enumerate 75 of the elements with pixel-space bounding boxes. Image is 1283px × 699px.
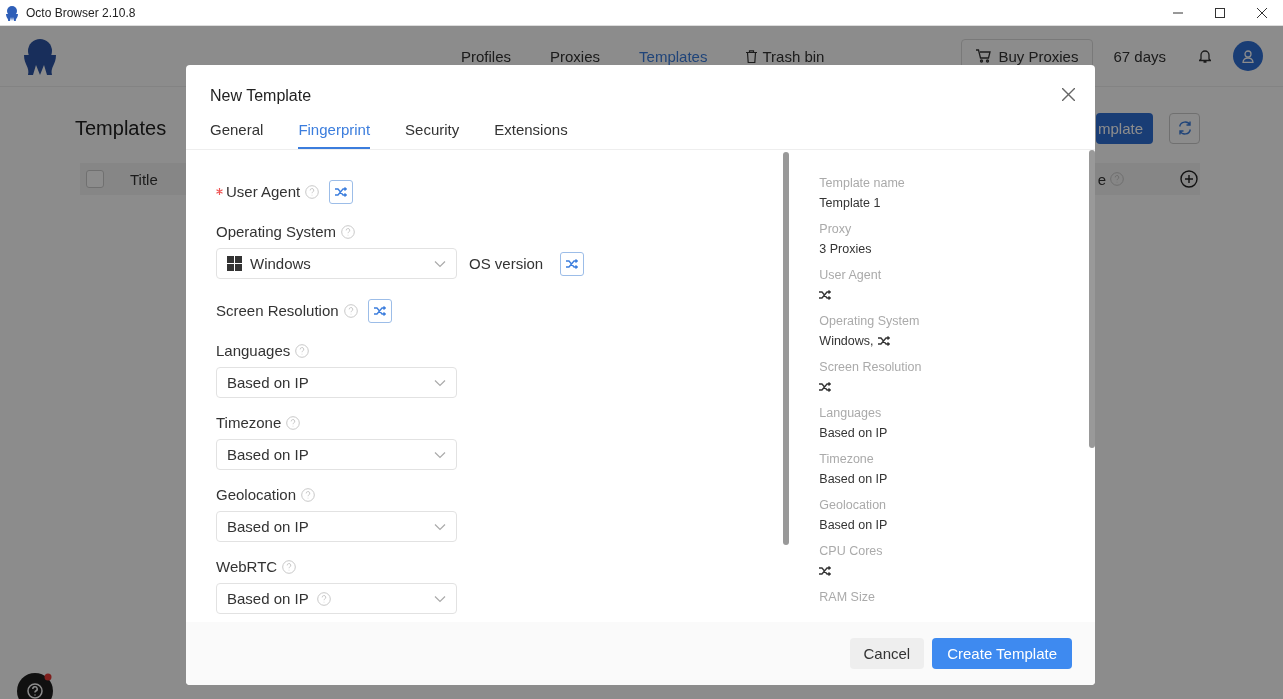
close-icon[interactable] [1257,7,1267,18]
scrollbar[interactable] [783,152,790,545]
select-field[interactable]: Based on IP [216,367,457,398]
window-title: Octo Browser 2.10.8 [26,5,136,20]
dialog-tab[interactable]: Fingerprint [298,117,371,149]
chevron-down-icon [434,378,446,387]
field-label: Geolocation [216,486,297,503]
summary-value: Template 1 [819,195,881,210]
chevron-down-icon [434,522,446,531]
summary-value: Based on IP [819,517,888,532]
avatar[interactable] [1233,41,1263,71]
field-label: Timezone [216,414,282,431]
cart-icon [976,49,992,63]
nav-tab[interactable]: Trash bin [746,47,825,65]
randomize-button[interactable] [367,298,392,323]
refresh-button[interactable] [1169,112,1200,144]
subscription-days: 67 days [1113,47,1166,65]
summary-label: Template name [819,176,906,190]
summary-label: Screen Resolution [819,360,923,374]
dialog-tab[interactable]: General [210,117,264,149]
summary-label: Languages [819,406,883,420]
summary-value: Based on IP [819,425,888,440]
summary-value: Based on IP [819,471,888,486]
summary-label: User Agent [819,268,883,282]
field-label: WebRTC [216,558,278,575]
field-label: Screen Resolution [216,302,339,319]
page-title: Templates [75,116,167,140]
close-icon [1062,88,1075,101]
close-button[interactable] [1062,88,1075,104]
scrollbar[interactable] [1089,150,1095,448]
cancel-button[interactable]: Cancel [849,638,925,669]
summary-label: Geolocation [819,498,888,512]
maximize-icon[interactable] [1215,7,1225,18]
field-label: OS version [469,254,544,274]
summary-label: RAM Size [819,590,876,604]
bell-icon[interactable] [1199,49,1211,63]
select-field[interactable]: Based on IP [216,583,457,614]
checkbox[interactable] [86,170,104,188]
field-label: Languages [216,342,291,359]
user-icon [1242,49,1254,63]
dialog-tab[interactable]: Security [405,117,460,149]
column-header[interactable]: Title [130,170,158,188]
help-icon[interactable] [16,672,54,699]
trash-icon [746,49,758,63]
shuffle-icon [373,305,386,316]
dialog-title: New Template [210,87,312,105]
summary-value: Windows, [819,333,874,348]
summary-label: Timezone [819,452,875,466]
windows-icon [227,256,242,271]
chevron-down-icon [434,259,446,268]
shuffle-icon [335,186,348,197]
chevron-down-icon [434,450,446,459]
chevron-down-icon [434,594,446,603]
summary-value: 3 Proxies [819,241,872,256]
nav-tab[interactable]: Templates [639,47,708,65]
new-template-button[interactable]: mplate [1095,112,1153,144]
select-field[interactable]: Based on IP [216,439,457,470]
add-column-icon[interactable] [1180,170,1198,188]
nav-tab[interactable]: Profiles [461,47,512,65]
field-label: Operating System [216,223,337,240]
nav-tab[interactable]: Proxies [550,47,601,65]
create-template-button[interactable]: Create Template [932,638,1072,669]
shuffle-icon [566,258,579,269]
select-field[interactable]: Based on IP [216,511,457,542]
summary-label: CPU Cores [819,544,884,558]
summary-label: Proxy [819,222,853,236]
refresh-icon [1176,120,1193,136]
column-header[interactable]: e [1097,170,1106,188]
summary-label: Operating System [819,314,921,328]
randomize-button[interactable] [560,251,585,276]
field-label: User Agent [226,183,301,200]
randomize-button[interactable] [329,179,354,204]
os-select[interactable]: Windows [216,248,457,279]
octopus-logo-icon [4,4,20,21]
dialog-tab[interactable]: Extensions [494,117,568,149]
